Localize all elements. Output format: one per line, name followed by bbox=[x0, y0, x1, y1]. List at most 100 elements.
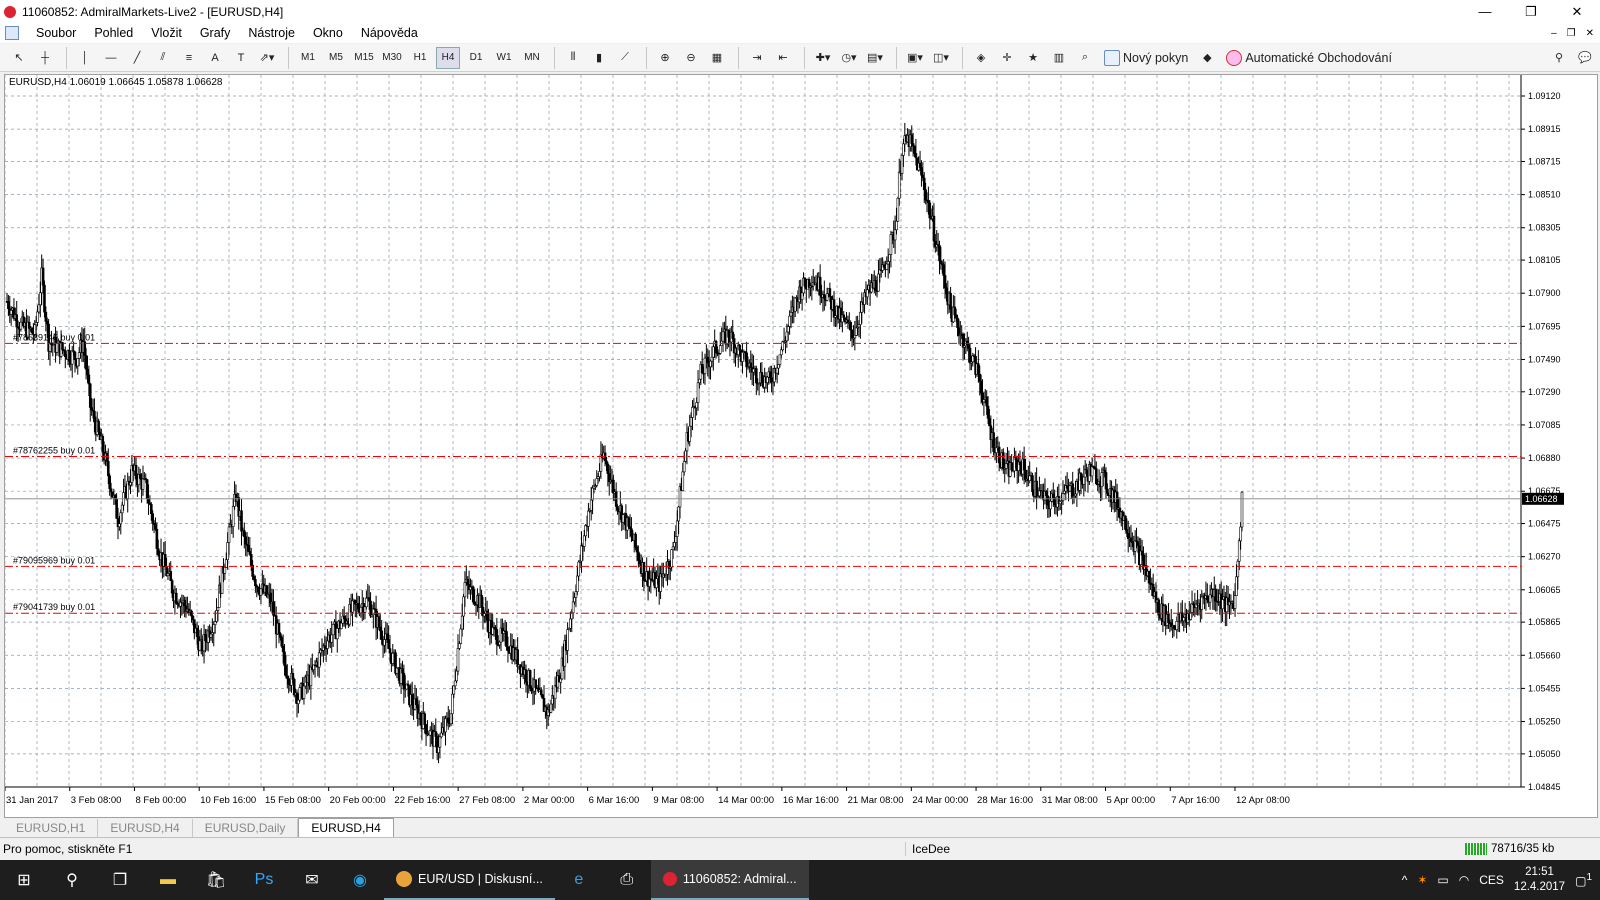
autoscroll-icon[interactable]: ⇥ bbox=[746, 47, 768, 69]
timeframe-m15[interactable]: M15 bbox=[352, 47, 376, 69]
navigator-icon[interactable]: ★ bbox=[1022, 47, 1044, 69]
price-chart[interactable]: 1.09120 1.08915 1.08715 1.08510 1.08305 1.081… bbox=[5, 75, 1599, 819]
cursor-tool-icon[interactable]: ↖ bbox=[8, 47, 30, 69]
channel-icon[interactable]: ⫽ bbox=[152, 47, 174, 69]
photoshop-icon[interactable]: Ps bbox=[240, 860, 288, 900]
menu-okno[interactable]: Okno bbox=[304, 26, 352, 40]
trendline-icon[interactable]: ╱ bbox=[126, 47, 148, 69]
new-chart-icon[interactable]: ▣▾ bbox=[904, 47, 926, 69]
store-icon[interactable]: 🛍 bbox=[192, 860, 240, 900]
skype-icon[interactable]: ◉ bbox=[336, 860, 384, 900]
child-restore-icon[interactable]: ❐ bbox=[1567, 28, 1576, 39]
candle-body bbox=[1049, 501, 1052, 510]
menu-napoveda[interactable]: Nápověda bbox=[352, 26, 427, 40]
line-chart-icon[interactable]: ⟋ bbox=[614, 47, 636, 69]
tab-eurusd-h4-active[interactable]: EURUSD,H4 bbox=[298, 818, 394, 837]
label-tool-icon[interactable]: T bbox=[230, 47, 252, 69]
menu-vlozit[interactable]: Vložit bbox=[142, 26, 191, 40]
timeframe-h1[interactable]: H1 bbox=[408, 47, 432, 69]
taskbar-app-chrome[interactable]: EUR/USD | Diskusní... bbox=[384, 860, 555, 900]
timeframe-mn[interactable]: MN bbox=[520, 47, 544, 69]
strategy-tester-icon[interactable]: ⌕ bbox=[1074, 47, 1096, 69]
horizontal-line-icon[interactable]: — bbox=[100, 47, 122, 69]
timeframe-m5[interactable]: M5 bbox=[324, 47, 348, 69]
auto-trading-button[interactable]: Automatické Obchodování bbox=[1222, 47, 1396, 69]
candle-body bbox=[921, 174, 925, 179]
menu-grafy[interactable]: Grafy bbox=[191, 26, 240, 40]
thunderbird-icon[interactable]: ✉ bbox=[288, 860, 336, 900]
terminal-icon[interactable]: ▥ bbox=[1048, 47, 1070, 69]
candle-body bbox=[849, 322, 852, 331]
document-icon[interactable] bbox=[5, 26, 19, 40]
search-icon[interactable]: ⚲ bbox=[48, 860, 96, 900]
text-tool-icon[interactable]: A bbox=[204, 47, 226, 69]
bar-chart-icon[interactable]: ⫴ bbox=[562, 47, 584, 69]
new-order-button[interactable]: Nový pokyn bbox=[1100, 47, 1192, 69]
tab-eurusd-daily[interactable]: EURUSD,Daily bbox=[193, 819, 299, 837]
menu-nastroje[interactable]: Nástroje bbox=[239, 26, 304, 40]
candle-body bbox=[456, 648, 460, 672]
zoom-in-icon[interactable]: ⊕ bbox=[654, 47, 676, 69]
show-hidden-icons-icon[interactable]: ^ bbox=[1402, 873, 1408, 887]
candle-body bbox=[854, 327, 858, 336]
crosshair-tool-icon[interactable]: ┼ bbox=[34, 47, 56, 69]
windows-start-icon[interactable]: ⊞ bbox=[0, 860, 48, 900]
timeframe-m30[interactable]: M30 bbox=[380, 47, 404, 69]
profiles-icon[interactable]: ◫▾ bbox=[930, 47, 952, 69]
tab-eurusd-h1[interactable]: EURUSD,H1 bbox=[4, 819, 99, 837]
taskbar-app-metatrader[interactable]: 11060852: Admiral... bbox=[650, 860, 809, 900]
edge-icon[interactable]: e bbox=[555, 860, 603, 900]
language-indicator[interactable]: CES bbox=[1479, 873, 1504, 887]
candle-body bbox=[495, 629, 499, 645]
menu-pohled[interactable]: Pohled bbox=[85, 26, 142, 40]
tile-windows-icon[interactable]: ▦ bbox=[706, 47, 728, 69]
candle-body bbox=[1022, 458, 1026, 471]
candle-body bbox=[696, 382, 700, 403]
chart-window[interactable]: 1.09120 1.08915 1.08715 1.08510 1.08305 1.081… bbox=[4, 74, 1598, 818]
child-close-icon[interactable]: ✕ bbox=[1586, 28, 1594, 39]
menu-soubor[interactable]: Soubor bbox=[27, 26, 85, 40]
candle-body bbox=[691, 406, 694, 418]
tray-app-icon[interactable]: ✶ bbox=[1417, 873, 1427, 887]
task-view-icon[interactable]: ❐ bbox=[96, 860, 144, 900]
close-button[interactable]: ✕ bbox=[1554, 0, 1600, 23]
clock[interactable]: 21:51 12.4.2017 bbox=[1514, 865, 1565, 895]
vertical-line-icon[interactable]: │ bbox=[74, 47, 96, 69]
search-icon[interactable]: ⚲ bbox=[1548, 47, 1570, 69]
data-window-icon[interactable]: ✛ bbox=[996, 47, 1018, 69]
battery-icon[interactable]: ▭ bbox=[1437, 873, 1448, 887]
chat-icon[interactable]: 💬 bbox=[1574, 47, 1596, 69]
templates-dropdown-icon[interactable]: ▤▾ bbox=[864, 47, 886, 69]
periods-dropdown-icon[interactable]: ◷▾ bbox=[838, 47, 860, 69]
minimize-button[interactable]: — bbox=[1462, 0, 1508, 23]
notification-icon[interactable]: ▢1 bbox=[1575, 872, 1592, 888]
chart-shift-icon[interactable]: ⇤ bbox=[772, 47, 794, 69]
price-tick-label: 1.06270 bbox=[1528, 552, 1561, 562]
candle-body bbox=[595, 478, 599, 486]
indicators-dropdown-icon[interactable]: ✚▾ bbox=[812, 47, 834, 69]
timeframe-m1[interactable]: M1 bbox=[296, 47, 320, 69]
timeframe-w1[interactable]: W1 bbox=[492, 47, 516, 69]
candle-body bbox=[945, 287, 948, 295]
candle-body bbox=[209, 633, 213, 638]
zoom-out-icon[interactable]: ⊖ bbox=[680, 47, 702, 69]
candle-body bbox=[895, 220, 898, 231]
restore-button[interactable]: ❐ bbox=[1508, 0, 1554, 23]
printer-icon[interactable]: ⎙ bbox=[603, 860, 651, 900]
candlestick-chart-icon[interactable]: ▮ bbox=[588, 47, 610, 69]
timeframe-d1[interactable]: D1 bbox=[464, 47, 488, 69]
file-explorer-icon[interactable]: ▬ bbox=[144, 860, 192, 900]
metaeditor-icon[interactable]: ◆ bbox=[1196, 47, 1218, 69]
timeframe-h4[interactable]: H4 bbox=[436, 46, 460, 69]
market-watch-icon[interactable]: ◈ bbox=[970, 47, 992, 69]
candle-body bbox=[61, 342, 64, 351]
connection-status[interactable]: 78716/35 kb bbox=[1465, 843, 1554, 855]
shapes-dropdown-icon[interactable]: ⇗▾ bbox=[256, 47, 278, 69]
candle-body bbox=[832, 299, 836, 318]
child-minimize-icon[interactable]: – bbox=[1551, 28, 1557, 39]
candle-body bbox=[244, 536, 247, 545]
fibonacci-icon[interactable]: ≡ bbox=[178, 47, 200, 69]
wifi-icon[interactable]: ◠ bbox=[1459, 873, 1469, 887]
candle-body bbox=[378, 626, 382, 632]
tab-eurusd-h4[interactable]: EURUSD,H4 bbox=[98, 819, 193, 837]
